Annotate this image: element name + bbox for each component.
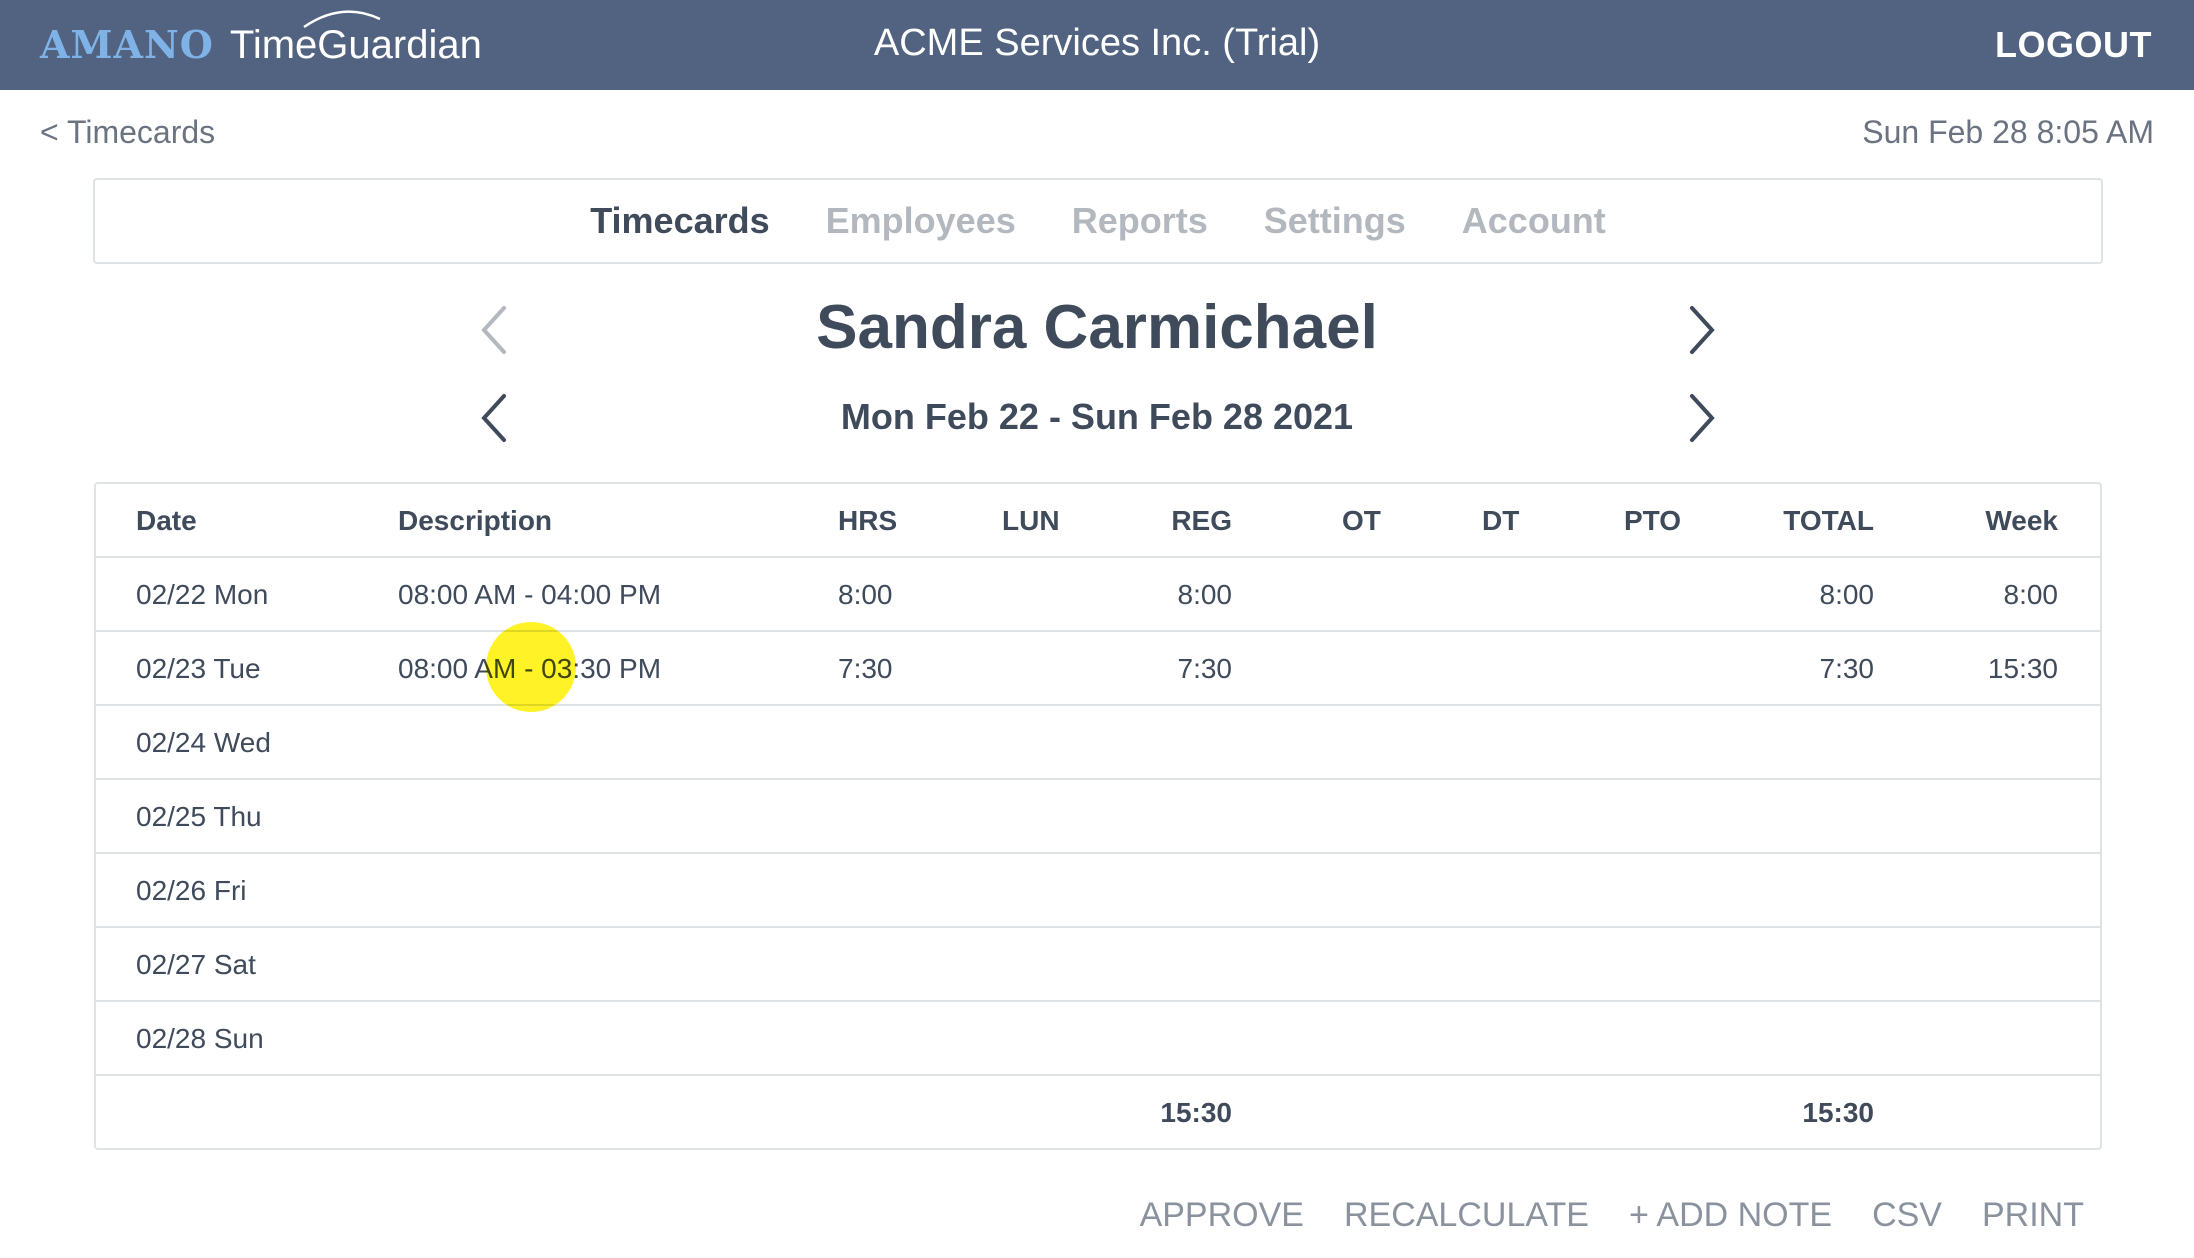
top-bar: AMANO TimeGuardian ACME Services Inc. (T… (0, 0, 2194, 90)
column-header-dt: DT (1482, 505, 1520, 536)
tab-timecards[interactable]: Timecards (590, 200, 769, 242)
table-row[interactable]: 02/23 Tue 08:00 AM - 03:30 PM 7:30 7:30 … (96, 632, 2100, 706)
cell-date: 02/28 Sun (136, 1023, 264, 1054)
cell-date: 02/26 Fri (136, 875, 247, 906)
column-header-date: Date (136, 505, 197, 536)
tab-account[interactable]: Account (1462, 200, 1606, 242)
column-header-pto: PTO (1624, 505, 1682, 536)
approve-button[interactable]: APPROVE (1140, 1196, 1304, 1235)
cell-description[interactable]: 08:00 AM - 04:00 PM (398, 558, 661, 632)
column-header-ot: OT (1342, 505, 1381, 536)
tab-employees[interactable]: Employees (826, 200, 1016, 242)
cell-description[interactable]: 08:00 AM - 03:30 PM (398, 632, 661, 706)
table-row[interactable]: 02/26 Fri (96, 854, 2100, 928)
cell-total: 7:30 (1819, 653, 1875, 684)
column-header-total: TOTAL (1783, 505, 1874, 536)
cell-date: 02/27 Sat (136, 949, 256, 980)
cell-hrs: 7:30 (838, 653, 893, 684)
cell-date: 02/23 Tue (136, 653, 261, 684)
cell-week: 8:00 (2003, 579, 2059, 610)
table-row[interactable]: 02/22 Mon 08:00 AM - 04:00 PM 8:00 8:00 … (96, 558, 2100, 632)
next-period-button[interactable] (1682, 390, 1722, 446)
table-row[interactable]: 02/25 Thu (96, 780, 2100, 854)
table-row[interactable]: 02/27 Sat (96, 928, 2100, 1002)
add-note-button[interactable]: + ADD NOTE (1629, 1196, 1832, 1235)
print-button[interactable]: PRINT (1982, 1196, 2084, 1235)
cell-total: 8:00 (1819, 579, 1875, 610)
employee-name: Sandra Carmichael (816, 293, 1378, 362)
chevron-right-icon (1690, 306, 1715, 354)
logout-button[interactable]: LOGOUT (1995, 24, 2152, 66)
back-to-timecards-link[interactable]: < Timecards (40, 114, 215, 151)
current-datetime: Sun Feb 28 8:05 AM (1862, 114, 2154, 150)
timecard-table: Date Description HRS LUN REG OT DT PTO T… (94, 482, 2102, 1150)
column-header-hrs: HRS (838, 505, 898, 536)
chevron-right-icon (1690, 394, 1715, 442)
recalculate-button[interactable]: RECALCULATE (1344, 1196, 1589, 1235)
column-header-week: Week (1985, 505, 2058, 536)
action-bar: APPROVE RECALCULATE + ADD NOTE CSV PRINT (1140, 1196, 2084, 1235)
tab-reports[interactable]: Reports (1072, 200, 1208, 242)
main-nav: Timecards Employees Reports Settings Acc… (93, 178, 2103, 264)
column-header-reg: REG (1171, 505, 1232, 536)
table-row[interactable]: 02/24 Wed (96, 706, 2100, 780)
table-row[interactable]: 02/28 Sun (96, 1002, 2100, 1076)
total-total: 15:30 (1802, 1097, 1874, 1128)
table-header: Date Description HRS LUN REG OT DT PTO T… (96, 484, 2100, 558)
cell-hrs: 8:00 (838, 579, 893, 610)
column-header-lun: LUN (1002, 505, 1060, 536)
cell-reg: 8:00 (1177, 579, 1233, 610)
cell-reg: 7:30 (1177, 653, 1233, 684)
pay-period: Mon Feb 22 - Sun Feb 28 2021 (840, 396, 1354, 437)
next-employee-button[interactable] (1682, 302, 1722, 358)
total-reg: 15:30 (1160, 1097, 1232, 1128)
totals-row: 15:30 15:30 (96, 1076, 2100, 1150)
cell-date: 02/25 Thu (136, 801, 262, 832)
cell-date: 02/22 Mon (136, 579, 269, 610)
csv-button[interactable]: CSV (1872, 1196, 1942, 1235)
cell-week: 15:30 (1987, 653, 2058, 684)
company-name: ACME Services Inc. (Trial) (873, 22, 1321, 64)
column-header-description: Description (398, 505, 553, 536)
tab-settings[interactable]: Settings (1264, 200, 1406, 242)
cell-date: 02/24 Wed (136, 727, 271, 758)
